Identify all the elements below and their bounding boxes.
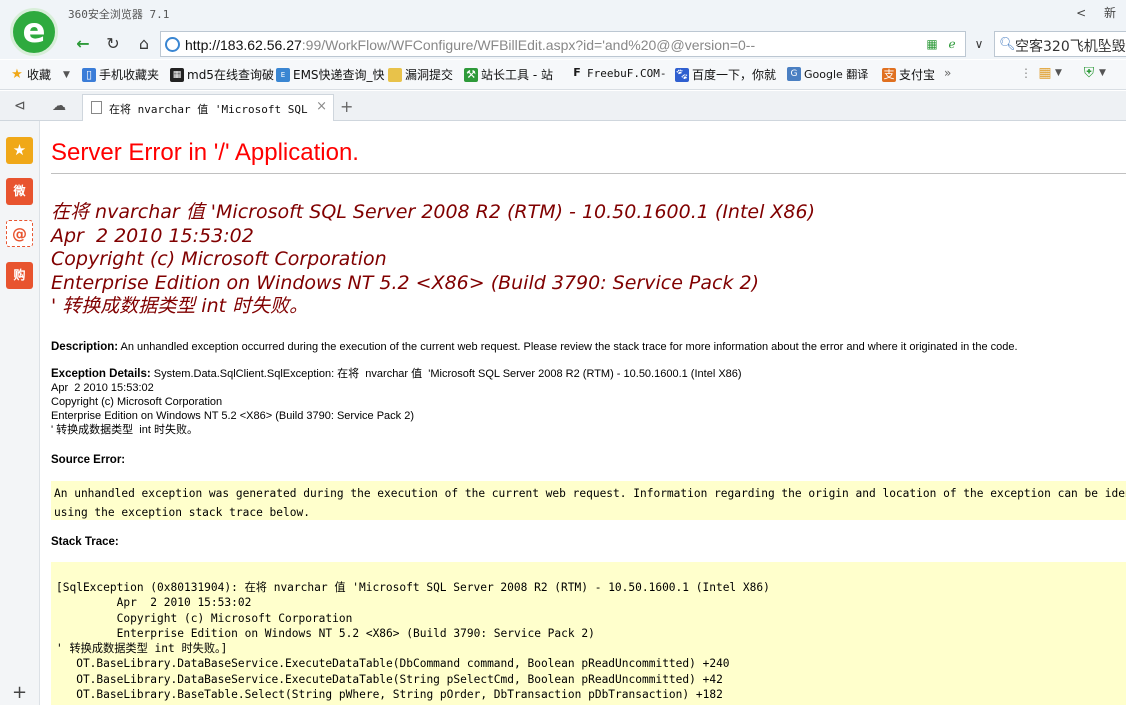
home-button-icon[interactable]: ⌂ (133, 33, 155, 55)
search-box[interactable]: 🔍︎ 空客320飞机坠毁 (994, 31, 1126, 57)
google-translate-icon: G (787, 67, 801, 81)
url-path: :99/WorkFlow/WFConfigure/WFBillEdit.aspx… (301, 37, 756, 53)
bookmark-google-translate[interactable]: G Google 翻译 (787, 66, 868, 82)
stack-trace-heading: Stack Trace: (51, 536, 119, 548)
bookmark-alipay[interactable]: 支支付宝 (882, 66, 935, 83)
bookmark-favorites[interactable]: ★ 收藏 ▼ (10, 66, 70, 83)
page-title: Server Error in '/' Application. (51, 139, 359, 166)
error-message: 在将 nvarchar 值 'Microsoft SQL Server 2008… (51, 201, 816, 317)
address-bar[interactable]: http://183.62.56.27:99/WorkFlow/WFConfig… (160, 31, 966, 57)
phone-icon: ▯ (82, 67, 96, 82)
address-url[interactable]: http://183.62.56.27:99/WorkFlow/WFConfig… (185, 37, 755, 53)
folder-icon (388, 67, 402, 82)
back-button-icon[interactable]: ← (72, 33, 94, 55)
bookmarks-more-chevron-icon[interactable]: » (944, 66, 951, 80)
source-error-box: An unhandled exception was generated dur… (51, 481, 1126, 520)
bookmark-webmaster-tools[interactable]: ⚒ 站长工具 - 站 (464, 66, 553, 83)
titlebar-new-label[interactable]: 新 (1104, 6, 1116, 20)
tools-icon: ⚒ (464, 67, 478, 82)
favorites-dropdown-icon[interactable]: ▼ (63, 70, 70, 80)
bookmark-freebuf[interactable]: F FreebuF.COM- (570, 66, 666, 80)
description-section: Description: An unhandled exception occu… (51, 340, 1018, 354)
stack-trace-box: [SqlException (0x80131904): 在将 nvarchar … (51, 562, 1126, 705)
tab-close-icon[interactable]: × (316, 99, 327, 114)
search-icon: 🔍︎ (999, 37, 1016, 52)
url-dropdown-chevron-icon[interactable]: ∨ (968, 33, 990, 55)
freebuf-icon: F (573, 66, 581, 79)
tab-list-left-icon[interactable]: ⊲ (14, 98, 26, 114)
titlebar-controls: < 新 (1062, 4, 1116, 21)
security-shield-icon[interactable]: ⛨ ▼ (1082, 66, 1106, 80)
site-globe-icon (165, 37, 180, 52)
bookmark-ems[interactable]: E EMS快递查询_快 (276, 66, 385, 83)
new-tab-plus-icon[interactable]: + (340, 97, 353, 116)
search-input[interactable]: 空客320飞机坠毁 (1015, 36, 1126, 56)
browser-logo-icon: e (10, 8, 58, 56)
bookmark-baidu[interactable]: 🐾︎ 百度一下，你就 (675, 66, 776, 83)
heading-divider (51, 173, 1126, 174)
bookmark-vuln-submit[interactable]: 漏洞提交 (388, 66, 453, 83)
url-host: http://183.62.56.27 (185, 37, 302, 53)
shopping-icon[interactable]: 购 (6, 262, 33, 289)
exception-label: Exception Details: (51, 368, 151, 380)
ems-icon: E (276, 67, 290, 82)
weibo-icon[interactable]: 微 (6, 178, 33, 205)
description-label: Description: (51, 341, 119, 353)
exception-details-section: Exception Details: System.Data.SqlClient… (51, 368, 742, 436)
title-bar: 360安全浏览器 7.1 < 新 (0, 0, 1126, 32)
source-error-heading: Source Error: (51, 454, 126, 466)
left-sidebar: ★ 微 @ 购 + (0, 121, 40, 705)
qrcode-icon[interactable]: ▦ (925, 37, 939, 51)
tab-bar: ⊲ ☁︎ 在将 nvarchar 值 'Microsoft SQL Se × + (0, 91, 1126, 121)
grid-icon: ▦ (170, 67, 184, 82)
refresh-button-icon[interactable]: ↻ (102, 33, 124, 55)
favorites-star-icon[interactable]: ★ (6, 137, 33, 164)
star-icon: ★ (11, 66, 23, 82)
page-content: Server Error in '/' Application. 在将 nvar… (41, 121, 1126, 705)
alipay-icon: 支 (882, 67, 896, 82)
document-icon (91, 101, 102, 114)
cloud-sync-icon[interactable]: ☁︎ (52, 98, 66, 114)
speed-mode-icon[interactable]: ℯ (945, 37, 959, 51)
apps-grid-icon[interactable]: ▦ ▼ (1038, 66, 1062, 80)
app-title: 360安全浏览器 7.1 (68, 8, 170, 21)
tab-active[interactable]: 在将 nvarchar 值 'Microsoft SQL Se × (82, 94, 334, 121)
baidu-icon: 🐾︎ (675, 67, 689, 82)
bookmark-md5[interactable]: ▦ md5在线查询破 (170, 66, 274, 83)
tab-title: 在将 nvarchar 值 'Microsoft SQL Se (109, 103, 309, 116)
titlebar-back-arrow[interactable]: < (1076, 6, 1086, 20)
sidebar-add-icon[interactable]: + (12, 682, 27, 703)
email-icon[interactable]: @ (6, 220, 33, 247)
bookmarks-bar: ★ 收藏 ▼ ▯ 手机收藏夹 ▦ md5在线查询破 E EMS快递查询_快 漏洞提交 ⚒ 站… (0, 60, 1126, 90)
description-text: An unhandled exception occurred during t… (120, 341, 1018, 353)
menu-dots-icon[interactable]: ⋮ (1020, 66, 1032, 80)
bookmark-mobile[interactable]: ▯ 手机收藏夹 (82, 66, 159, 83)
navigation-bar: ← ↻ ⌂ http://183.62.56.27:99/WorkFlow/WF… (0, 29, 1126, 59)
